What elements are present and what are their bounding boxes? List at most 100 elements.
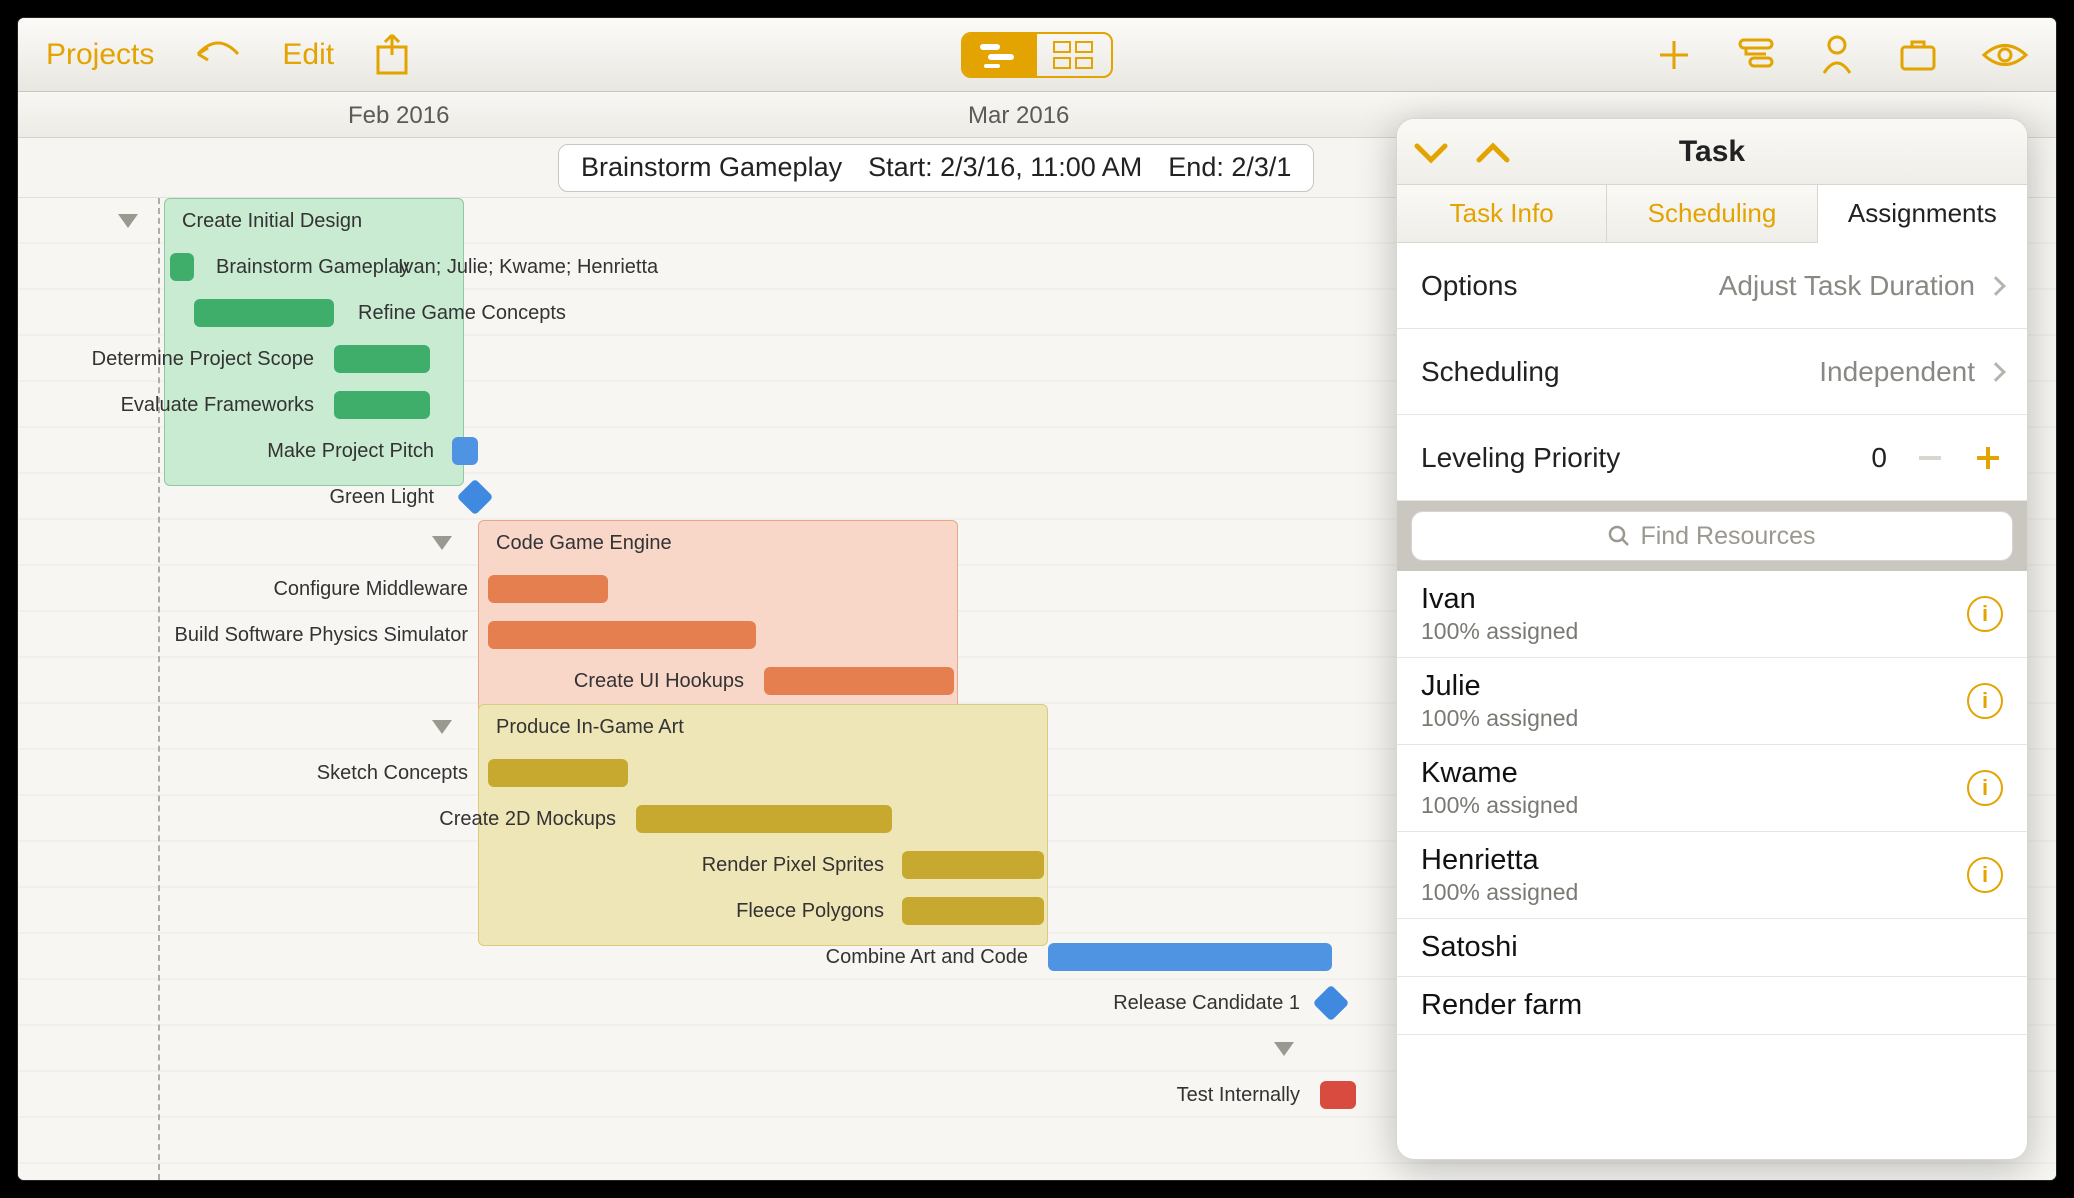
task-bar[interactable]	[452, 437, 478, 465]
briefcase-icon	[1898, 37, 1938, 73]
resource-name: Henrietta	[1421, 844, 1578, 877]
project-button[interactable]	[1898, 37, 1938, 73]
resource-name: Render farm	[1421, 989, 1582, 1022]
selected-task-name: Brainstorm Gameplay	[581, 152, 842, 183]
options-row[interactable]: Options Adjust Task Duration	[1397, 243, 2027, 329]
task-label: Configure Middleware	[18, 578, 478, 601]
leveling-priority-row: Leveling Priority 0	[1397, 415, 2027, 501]
resource-name: Julie	[1421, 670, 1578, 703]
task-label: Build Software Physics Simulator	[18, 624, 478, 647]
plus-icon[interactable]	[1973, 443, 2003, 473]
share-button[interactable]	[374, 33, 410, 77]
resource-name: Satoshi	[1421, 931, 1518, 964]
task-label: Sketch Concepts	[18, 762, 478, 785]
task-label: Make Project Pitch	[18, 440, 444, 463]
task-bar[interactable]	[334, 345, 430, 373]
disclosure-triangle-icon[interactable]	[432, 536, 452, 550]
chevron-down-icon[interactable]	[1413, 140, 1449, 164]
view-gantt-option[interactable]	[963, 34, 1037, 76]
resource-item[interactable]: Render farm	[1397, 977, 2027, 1035]
task-label: Produce In-Game Art	[496, 716, 684, 739]
task-label: Release Candidate 1	[18, 992, 1310, 1015]
tab-assignments[interactable]: Assignments	[1818, 185, 2027, 243]
task-label: Create Initial Design	[182, 210, 362, 233]
share-icon	[374, 33, 410, 77]
scheduling-row[interactable]: Scheduling Independent	[1397, 329, 2027, 415]
chevron-right-icon	[1986, 276, 2006, 296]
undo-icon	[194, 38, 242, 72]
task-bar[interactable]	[902, 851, 1044, 879]
task-label: Brainstorm Gameplay	[216, 256, 409, 279]
task-bar[interactable]	[488, 621, 756, 649]
view-toggle[interactable]	[961, 32, 1113, 78]
tab-task-info[interactable]: Task Info	[1397, 185, 1607, 242]
minus-icon[interactable]	[1915, 443, 1945, 473]
eye-icon	[1982, 40, 2028, 70]
projects-button[interactable]: Projects	[46, 38, 154, 72]
task-stack-icon	[1736, 36, 1776, 74]
resource-name: Kwame	[1421, 757, 1578, 790]
info-icon[interactable]: i	[1967, 770, 2003, 806]
disclosure-triangle-icon[interactable]	[432, 720, 452, 734]
resource-item[interactable]: Julie100% assigned i	[1397, 658, 2027, 745]
undo-button[interactable]	[194, 38, 242, 72]
resource-name: Ivan	[1421, 583, 1578, 616]
task-inspector-button[interactable]	[1736, 36, 1776, 74]
resource-assignment: 100% assigned	[1421, 792, 1578, 819]
resources-button[interactable]	[1820, 35, 1854, 75]
inspector-header: Task	[1397, 119, 2027, 185]
plus-icon	[1656, 37, 1692, 73]
task-label: Render Pixel Sprites	[18, 854, 894, 877]
task-label: Determine Project Scope	[18, 348, 324, 371]
task-label: Refine Game Concepts	[358, 302, 566, 325]
resource-item[interactable]: Ivan100% assigned i	[1397, 571, 2027, 658]
tab-scheduling[interactable]: Scheduling	[1607, 185, 1817, 242]
disclosure-triangle-icon[interactable]	[118, 214, 138, 228]
resource-item[interactable]: Henrietta100% assigned i	[1397, 832, 2027, 919]
task-assignees: Ivan; Julie; Kwame; Henrietta	[398, 256, 658, 279]
search-icon	[1608, 525, 1630, 547]
resource-assignment: 100% assigned	[1421, 705, 1578, 732]
view-outline-option[interactable]	[1037, 34, 1111, 76]
task-bar[interactable]	[194, 299, 334, 327]
chevron-up-icon[interactable]	[1475, 140, 1511, 164]
find-resources-search[interactable]: Find Resources	[1411, 511, 2013, 561]
milestone-diamond[interactable]	[1313, 985, 1350, 1022]
selected-task-info-box[interactable]: Brainstorm Gameplay Start: 2/3/16, 11:00…	[558, 144, 1314, 192]
month-label: Feb 2016	[348, 102, 449, 130]
resource-item[interactable]: Kwame100% assigned i	[1397, 745, 2027, 832]
inspector-title: Task	[1679, 135, 1745, 169]
add-button[interactable]	[1656, 37, 1692, 73]
info-icon[interactable]: i	[1967, 857, 2003, 893]
resource-item[interactable]: Satoshi	[1397, 919, 2027, 977]
task-bar[interactable]	[902, 897, 1044, 925]
task-inspector: Task Task Info Scheduling Assignments Op…	[1396, 118, 2028, 1160]
task-label: Test Internally	[18, 1084, 1310, 1107]
task-bar[interactable]	[636, 805, 892, 833]
task-label: Code Game Engine	[496, 532, 672, 555]
disclosure-triangle-icon[interactable]	[1274, 1042, 1294, 1056]
resource-assignment: 100% assigned	[1421, 618, 1578, 645]
view-options-button[interactable]	[1982, 40, 2028, 70]
task-label: Green Light	[18, 486, 444, 509]
resource-assignment: 100% assigned	[1421, 879, 1578, 906]
month-label: Mar 2016	[968, 102, 1069, 130]
task-bar[interactable]	[488, 759, 628, 787]
task-bar[interactable]	[764, 667, 954, 695]
chevron-right-icon	[1986, 362, 2006, 382]
leveling-priority-value: 0	[1871, 442, 1887, 474]
info-icon[interactable]: i	[1967, 683, 2003, 719]
task-label: Create 2D Mockups	[18, 808, 626, 831]
task-bar[interactable]	[488, 575, 608, 603]
task-bar[interactable]	[1320, 1081, 1356, 1109]
milestone-diamond[interactable]	[457, 479, 494, 516]
task-label: Fleece Polygons	[18, 900, 894, 923]
task-label: Combine Art and Code	[18, 946, 1038, 969]
task-bar[interactable]	[334, 391, 430, 419]
edit-button[interactable]: Edit	[282, 38, 334, 72]
resource-list: Ivan100% assignediJulie100% assignediKwa…	[1397, 571, 2027, 1159]
inspector-tabs: Task Info Scheduling Assignments	[1397, 185, 2027, 243]
task-bar[interactable]	[1048, 943, 1332, 971]
person-icon	[1820, 35, 1854, 75]
info-icon[interactable]: i	[1967, 596, 2003, 632]
